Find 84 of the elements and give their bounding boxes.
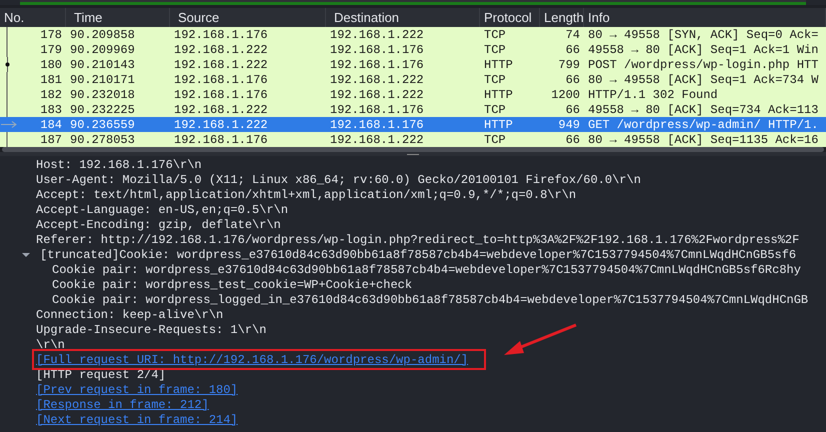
table-cell-text: 192.168.1.176 bbox=[329, 116, 425, 134]
table-cell-text: 80 → 49558 [ACK] Seq=1 Ack=734 W bbox=[587, 72, 820, 88]
table-cell-text: TCP bbox=[483, 42, 507, 58]
packet-row[interactable]: 187 90.278053 192.168.1.176 192.168.1.222 TCP 66 80 → 49558 [ACK] Seq=1135 Ack=16 bbox=[0, 132, 826, 147]
detail-text: Accept-Encoding: gzip, deflate\r\n bbox=[36, 216, 281, 234]
splitter-handle[interactable] bbox=[0, 152, 826, 156]
table-cell-text: 192.168.1.222 bbox=[173, 102, 269, 118]
detail-text: Accept: text/html,application/xhtml+xml,application/xml;q=0.9,*/*;q=0.8\r\n bbox=[36, 186, 576, 204]
table-cell-text: 192.168.1.176 bbox=[329, 56, 425, 74]
table-cell-text: 184 bbox=[39, 116, 63, 134]
packet-row[interactable]: 182 90.232018 192.168.1.176 192.168.1.222 HTTP 1200 HTTP/1.1 302 Found bbox=[0, 87, 826, 102]
packet-row[interactable]: 179 90.209969 192.168.1.222 192.168.1.176 TCP 66 49558 → 80 [ACK] Seq=1 Ack=1 Win bbox=[0, 42, 826, 57]
detail-text: [HTTP request 2/4] bbox=[36, 366, 166, 384]
table-cell-text: 1200 bbox=[550, 86, 581, 104]
link-text[interactable]: [Full request URI: http://192.168.1.176/wordpress/wp-admin/] bbox=[36, 350, 468, 368]
table-cell-text: 66 bbox=[564, 102, 581, 118]
table-cell-text: HTTP bbox=[483, 86, 514, 104]
table-cell-text: 187 bbox=[39, 132, 63, 147]
table-cell-text: 192.168.1.176 bbox=[173, 86, 269, 104]
detail-text: [truncated]Cookie: wordpress_e37610d84c63d90bb61a8f78587cb4b4=webdeveloper%7C1537794504%7CmnLWqdHCnGB5sf6 bbox=[40, 246, 796, 264]
detail-text: Cookie pair: wordpress_test_cookie=WP+Cookie+check bbox=[52, 276, 412, 294]
table-cell-text: 192.168.1.222 bbox=[329, 72, 425, 88]
detail-text: Cookie pair: wordpress_e37610d84c63d90bb61a8f78587cb4b4=webdeveloper%7C1537794504%7CmnLWqdHCnGB5sf6Rc8hy bbox=[52, 262, 801, 278]
table-cell-text: TCP bbox=[483, 132, 507, 147]
detail-text: Referer: http://192.168.1.176/wordpress/wp-login.php?redirect_to=http%3A%2F%2F192.168.1.176%2Fwordpress%2F bbox=[36, 232, 800, 248]
table-cell-text: 49558 → 80 [ACK] Seq=734 Ack=113 bbox=[587, 102, 820, 118]
table-cell-text: HTTP bbox=[483, 116, 514, 134]
link-text[interactable]: [Prev request in frame: 180] bbox=[36, 380, 238, 398]
table-cell-text: 192.168.1.222 bbox=[329, 86, 425, 104]
table-cell-text: 192.168.1.176 bbox=[329, 42, 425, 58]
packet-row[interactable]: 184 90.236559 192.168.1.222 192.168.1.176 HTTP 949 GET /wordpress/wp-admin/ HTTP/1. bbox=[0, 117, 826, 132]
table-cell-text: TCP bbox=[483, 72, 507, 88]
table-cell-text: 90.210171 bbox=[69, 72, 136, 88]
table-cell-text: 178 bbox=[39, 27, 63, 44]
table-cell-text: 66 bbox=[564, 132, 581, 147]
table-cell-text: 74 bbox=[564, 27, 581, 44]
table-cell-text: 66 bbox=[564, 42, 581, 58]
table-cell-text: 90.232225 bbox=[69, 102, 136, 118]
table-cell-text: 192.168.1.222 bbox=[173, 42, 269, 58]
table-cell-text: 180 bbox=[39, 56, 63, 74]
table-cell-text: 80 → 49558 [SYN, ACK] Seq=0 Ack= bbox=[587, 27, 820, 44]
link-text[interactable]: [Response in frame: 212] bbox=[36, 396, 209, 414]
table-cell-text: TCP bbox=[483, 102, 507, 118]
table-cell-text: 192.168.1.222 bbox=[173, 116, 269, 134]
horizontal-scrollbar[interactable] bbox=[0, 147, 826, 152]
table-cell-text: 182 bbox=[39, 86, 63, 104]
table-cell-text: 192.168.1.176 bbox=[173, 132, 269, 147]
link-text[interactable]: [Next request in frame: 214] bbox=[36, 410, 238, 428]
table-cell-text: GET /wordpress/wp-admin/ HTTP/1. bbox=[587, 116, 820, 134]
detail-text: Connection: keep-alive\r\n bbox=[36, 306, 224, 324]
table-cell-text: 949 bbox=[557, 116, 581, 134]
table-cell-text: 90.209858 bbox=[69, 27, 136, 44]
table-cell-text: 80 → 49558 [ACK] Seq=1135 Ack=16 bbox=[587, 132, 820, 147]
table-cell-text: POST /wordpress/wp-login.php HTT bbox=[587, 56, 820, 74]
packet-row[interactable]: 178 90.209858 192.168.1.176 192.168.1.222 TCP 74 80 → 49558 [SYN, ACK] Seq=0 Ack= bbox=[0, 27, 826, 42]
table-cell-text: 90.232018 bbox=[69, 86, 136, 104]
table-cell-text: 181 bbox=[39, 72, 63, 88]
detail-text: Host: 192.168.1.176\r\n bbox=[36, 156, 202, 174]
table-cell-text: 192.168.1.176 bbox=[173, 27, 269, 44]
table-cell-text: 90.236559 bbox=[69, 116, 136, 134]
table-cell-text: 192.168.1.222 bbox=[329, 27, 425, 44]
table-cell-text: 66 bbox=[564, 72, 581, 88]
table-cell-text: HTTP bbox=[483, 56, 514, 74]
table-cell-text: 49558 → 80 [ACK] Seq=1 Ack=1 Win bbox=[587, 42, 820, 58]
table-cell-text: 183 bbox=[39, 102, 63, 118]
packet-row[interactable]: 181 90.210171 192.168.1.176 192.168.1.222 TCP 66 80 → 49558 [ACK] Seq=1 Ack=734 W bbox=[0, 72, 826, 87]
table-cell-text: 90.278053 bbox=[69, 132, 136, 147]
table-cell-text: 192.168.1.222 bbox=[329, 132, 425, 147]
packet-row[interactable]: 180 90.210143 192.168.1.222 192.168.1.176 HTTP 799 POST /wordpress/wp-login.php HTT bbox=[0, 57, 826, 72]
table-cell-text: 192.168.1.176 bbox=[329, 102, 425, 118]
table-cell-text: HTTP/1.1 302 Found bbox=[587, 86, 719, 104]
table-cell-text: 192.168.1.176 bbox=[173, 72, 269, 88]
detail-text: Cookie pair: wordpress_logged_in_e37610d84c63d90bb61a8f78587cb4b4=webdeveloper%7C1537794504%7CmnLWqdHCnGB bbox=[52, 292, 808, 308]
table-cell-text: 90.210143 bbox=[69, 56, 136, 74]
table-cell-text: 179 bbox=[39, 42, 63, 58]
table-cell-text: 799 bbox=[557, 56, 581, 74]
detail-text: Upgrade-Insecure-Requests: 1\r\n bbox=[36, 322, 266, 338]
table-cell-text: TCP bbox=[483, 27, 507, 44]
packet-row[interactable]: 183 90.232225 192.168.1.222 192.168.1.176 TCP 66 49558 → 80 [ACK] Seq=734 Ack=113 bbox=[0, 102, 826, 117]
detail-text: Accept-Language: en-US,en;q=0.5\r\n bbox=[36, 202, 288, 218]
table-cell-text: 90.209969 bbox=[69, 42, 136, 58]
detail-text: User-Agent: Mozilla/5.0 (X11; Linux x86_64; rv:60.0) Gecko/20100101 Firefox/60.0\r\n bbox=[36, 172, 641, 188]
table-cell-text: 192.168.1.222 bbox=[173, 56, 269, 74]
detail-text: \r\n bbox=[36, 336, 65, 354]
